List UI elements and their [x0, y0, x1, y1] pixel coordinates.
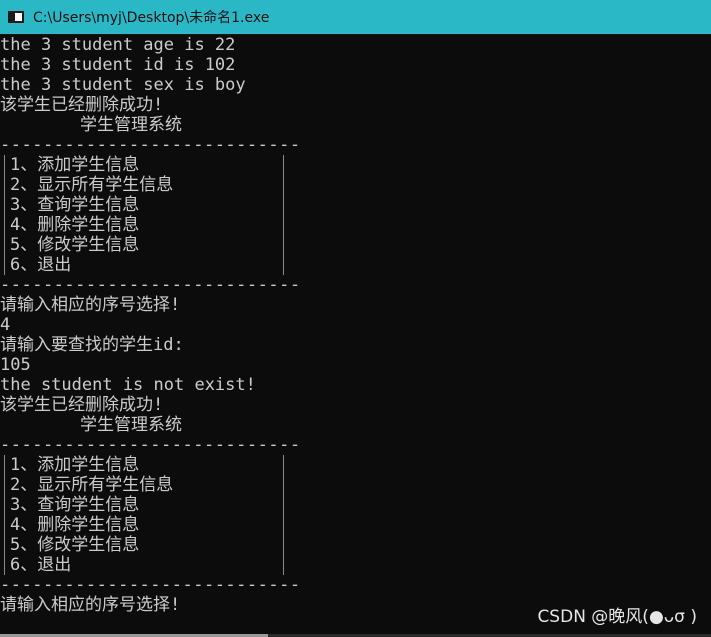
user-input-choice: 4 — [0, 315, 11, 335]
output-line-age: the 3 student age is 22 — [0, 35, 236, 55]
csdn-watermark: CSDN @晚风(●ᴗσ ) — [537, 607, 697, 627]
menu-item-query: 3、查询学生信息 — [10, 195, 140, 215]
title-bar[interactable]: C:\Users\myj\Desktop\未命名1.exe — [0, 0, 711, 34]
search-id-prompt: 请输入要查找的学生id: — [0, 335, 184, 355]
window-title: C:\Users\myj\Desktop\未命名1.exe — [33, 10, 270, 26]
menu-item-add: 1、添加学生信息 — [10, 455, 140, 475]
menu-item-exit: 6、退出 — [10, 255, 72, 275]
menu-separator-top: ---------------------------- — [0, 435, 301, 455]
menu-item-delete: 4、删除学生信息 — [10, 515, 140, 535]
menu-item-add: 1、添加学生信息 — [10, 155, 140, 175]
menu-box: 1、添加学生信息 2、显示所有学生信息 3、查询学生信息 4、删除学生信息 5、… — [4, 455, 284, 575]
menu-item-show-all: 2、显示所有学生信息 — [10, 475, 174, 495]
output-line-id: the 3 student id is 102 — [0, 55, 236, 75]
delete-success-message: 该学生已经删除成功! — [0, 95, 164, 115]
menu-item-modify: 5、修改学生信息 — [10, 235, 140, 255]
menu-separator-bottom: ---------------------------- — [0, 275, 301, 295]
vertical-scrollbar[interactable] — [700, 34, 711, 637]
menu-title: 学生管理系统 — [80, 415, 182, 435]
select-prompt: 请输入相应的序号选择! — [0, 295, 181, 315]
menu-item-query: 3、查询学生信息 — [10, 495, 140, 515]
menu-item-modify: 5、修改学生信息 — [10, 535, 140, 555]
not-exist-message: the student is not exist! — [0, 375, 256, 395]
menu-item-delete: 4、删除学生信息 — [10, 215, 140, 235]
menu-item-show-all: 2、显示所有学生信息 — [10, 175, 174, 195]
menu-title: 学生管理系统 — [80, 115, 182, 135]
menu-separator-bottom: ---------------------------- — [0, 575, 301, 595]
menu-separator-top: ---------------------------- — [0, 135, 301, 155]
delete-success-message: 该学生已经删除成功! — [0, 395, 164, 415]
user-input-id: 105 — [0, 355, 31, 375]
output-line-sex: the 3 student sex is boy — [0, 75, 246, 95]
menu-item-exit: 6、退出 — [10, 555, 72, 575]
console-window: C:\Users\myj\Desktop\未命名1.exe the 3 stud… — [0, 0, 711, 637]
console-window-icon — [8, 11, 24, 23]
menu-box: 1、添加学生信息 2、显示所有学生信息 3、查询学生信息 4、删除学生信息 5、… — [4, 155, 284, 275]
console-output[interactable]: the 3 student age is 22 the 3 student id… — [0, 35, 700, 635]
